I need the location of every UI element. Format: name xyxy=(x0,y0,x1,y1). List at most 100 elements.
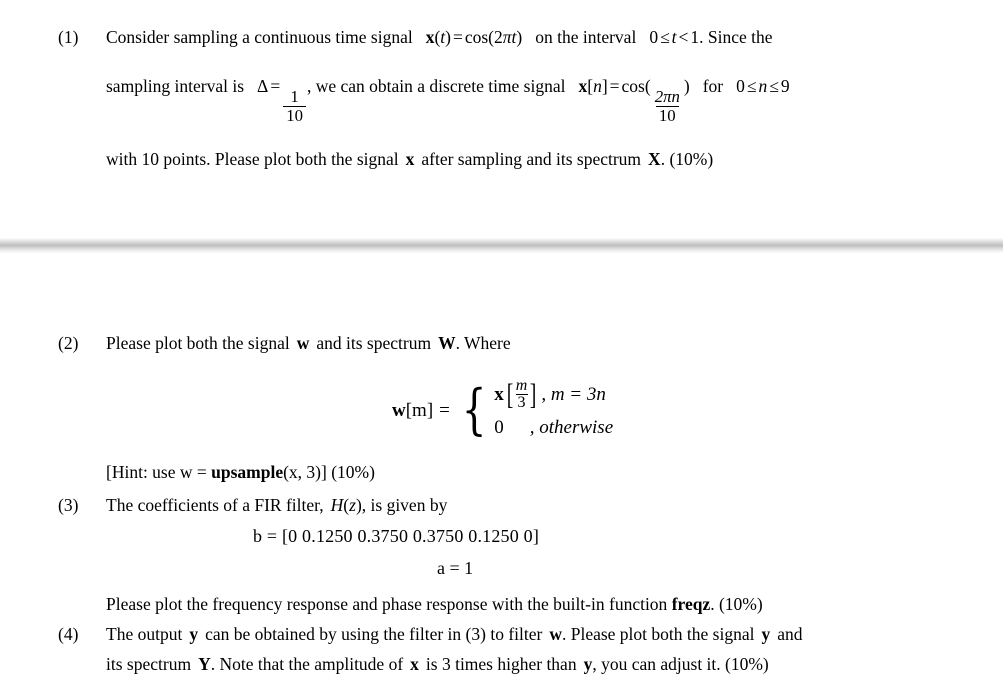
p1-l1-text-a: Consider sampling a continuous time sign… xyxy=(106,27,413,47)
p4-l2-text-a: its spectrum xyxy=(106,654,192,674)
p1-l2-text-b: , we can obtain a discrete time signal xyxy=(306,76,566,96)
fraction-numerator: 2πn xyxy=(654,87,680,107)
p4-l2-text-c: is 3 times higher than xyxy=(425,654,577,674)
p1-l3-text-a: with 10 points. Please plot both the sig… xyxy=(106,148,399,169)
p1-l1-text-c: . Since the xyxy=(699,27,773,47)
freqz-instruction: Please plot the frequency response and p… xyxy=(106,594,763,614)
p1-l2-equals-2: = xyxy=(609,76,620,96)
problem-2-line-1: Please plot both the signal w and its spec… xyxy=(106,330,993,357)
p1-l2-n-var: n xyxy=(593,76,602,96)
piecewise-row-2: 0 , otherwise xyxy=(494,411,613,444)
problem-4-line-1: The output y can be obtained by using the … xyxy=(106,621,993,648)
page-break-separator xyxy=(0,238,1003,254)
hint-line: [Hint: use w = upsample(x, 3)] (10%) xyxy=(106,459,375,486)
p1-l3-text-c: . (10%) xyxy=(660,148,714,169)
p4-l2-text-d: , you can adjust it. (10%) xyxy=(592,654,769,674)
problem-1-marker: (1) xyxy=(58,27,79,47)
equation-b-coefficients: b = [0 0.1250 0.3750 0.3750 0.1250 0] xyxy=(253,526,539,547)
p2-l1-text-c: . Where xyxy=(455,333,511,353)
freqz-function-name: freqz xyxy=(671,594,711,614)
left-curly-brace-icon: { xyxy=(461,377,487,441)
fraction-numerator: 1 xyxy=(290,87,299,107)
p4-l1-y-symbol: y xyxy=(189,624,199,644)
problem-1-line-2: sampling interval is Δ = 1 10, we can obtain… xyxy=(106,73,993,124)
p1-l2-cos-open: cos( xyxy=(621,76,651,96)
fraction-denominator: 10 xyxy=(655,105,679,124)
p1-l2-cos-close: ) xyxy=(683,76,690,96)
upsample-function-name: upsample xyxy=(211,462,284,482)
equation-w-definition: w[m] = { x[m 3], m = 3n 0, otherwise xyxy=(392,378,613,444)
right-square-bracket: ] xyxy=(530,378,537,411)
p1-l1-equals: = xyxy=(452,27,463,47)
equation-a-coefficient: a = 1 xyxy=(437,558,473,579)
fraction-denominator: 10 xyxy=(283,105,306,124)
p4-l1-text-a: The output xyxy=(106,624,183,644)
p1-l1-text-b: on the interval xyxy=(535,27,637,47)
p1-l2-zero: 0 xyxy=(736,76,745,96)
problem-1: (1) Consider sampling a continuous time … xyxy=(58,24,993,173)
problem-3-line-2: Please plot the frequency response and p… xyxy=(106,591,763,618)
problem-1-line-3: with 10 points. Please plot both the sig… xyxy=(106,146,993,173)
piecewise-definition: w[m] = { x[m 3], m = 3n 0, otherwise xyxy=(392,378,613,444)
p1-l2-n-var2: n xyxy=(758,76,768,96)
p4-l1-y-symbol-2: y xyxy=(761,624,771,644)
p1-l1-pi-t: πt xyxy=(502,27,517,47)
x-symbol: x xyxy=(494,383,504,405)
document-page: (1) Consider sampling a continuous time … xyxy=(0,0,1003,685)
fraction-m-over-3: m3 xyxy=(514,378,530,411)
p1-l1-cos-open: cos(2 xyxy=(464,27,503,47)
p1-l1-lt: < xyxy=(678,27,689,47)
problem-4-marker: (4) xyxy=(58,624,79,644)
p3-l1-text-a: The coefficients of a FIR filter, xyxy=(106,495,324,515)
problem-3-line-1: The coefficients of a FIR filter, H(z), i… xyxy=(106,492,993,519)
piecewise-row-1: x[m 3], m = 3n xyxy=(494,378,613,411)
problem-2: (2) Please plot both the signal w and its … xyxy=(58,330,993,357)
a-value: a = 1 xyxy=(437,558,474,578)
w-index: [m] xyxy=(405,400,434,421)
condition-otherwise: , otherwise xyxy=(529,416,614,438)
fraction-denominator: 3 xyxy=(515,394,528,411)
hint-prefix: [Hint: use w = xyxy=(106,462,212,482)
equation-equals-sign: = xyxy=(439,400,450,421)
p2-l1-text-b: and its spectrum xyxy=(316,333,432,353)
p1-l1-one: 1 xyxy=(690,27,700,47)
p1-l1-t-var2: t xyxy=(671,27,677,47)
p2-l1-W-symbol: W xyxy=(438,333,456,353)
p1-l1-cos-close: ) xyxy=(516,27,523,47)
p4-l1-w-symbol: w xyxy=(549,624,562,644)
p1-l2-le-2: ≤ xyxy=(769,76,779,96)
p3-l2-text-a: Please plot the frequency response and p… xyxy=(106,594,672,614)
hint-suffix: (x, 3)] (10%) xyxy=(283,462,375,482)
left-square-bracket: [ xyxy=(506,378,514,411)
p1-l3-X-symbol: X xyxy=(648,148,661,169)
p1-l2-rbracket: ] xyxy=(601,76,608,96)
p1-l2-for: for xyxy=(702,76,724,96)
problem-4-line-2: its spectrum Y. Note that the amplitude o… xyxy=(106,651,993,678)
p1-l2-delta: Δ xyxy=(257,76,269,96)
condition-m-equals-3n: , m = 3n xyxy=(541,383,606,405)
p2-l1-w-symbol: w xyxy=(296,333,310,353)
p3-l1-text-b: ), is given by xyxy=(355,495,448,515)
p4-l1-text-b: can be obtained by using the filter in (… xyxy=(205,624,543,644)
problem-4: (4) The output y can be obtained by using … xyxy=(58,621,993,678)
p1-l2-text-a: sampling interval is xyxy=(106,76,245,96)
p1-l3-x-symbol: x xyxy=(405,148,415,169)
p4-l2-text-b: . Note that the amplitude of xyxy=(210,654,404,674)
p1-l1-zero: 0 xyxy=(649,27,659,47)
hint-text: [Hint: use w = upsample(x, 3)] (10%) xyxy=(106,462,375,482)
p4-l1-text-c: . Please plot both the signal xyxy=(561,624,755,644)
separator-gradient xyxy=(0,238,1003,254)
p4-l2-Y-symbol: Y xyxy=(198,654,211,674)
problem-2-marker: (2) xyxy=(58,333,79,353)
p1-l1-le: ≤ xyxy=(660,27,670,47)
p1-l2-nine: 9 xyxy=(780,76,790,96)
p2-l1-text-a: Please plot both the signal xyxy=(106,333,290,353)
p1-l2-x-symbol: x xyxy=(578,76,588,96)
p4-l2-x-symbol: x xyxy=(410,654,419,674)
p3-l2-text-b: . (10%) xyxy=(710,594,763,614)
p1-l3-text-b: after sampling and its spectrum xyxy=(421,148,642,169)
w-symbol: w xyxy=(392,400,406,421)
problem-3: (3) The coefficients of a FIR filter, H(z… xyxy=(58,492,993,519)
transfer-function-H: H xyxy=(330,495,344,515)
p1-l2-le-1: ≤ xyxy=(746,76,757,96)
